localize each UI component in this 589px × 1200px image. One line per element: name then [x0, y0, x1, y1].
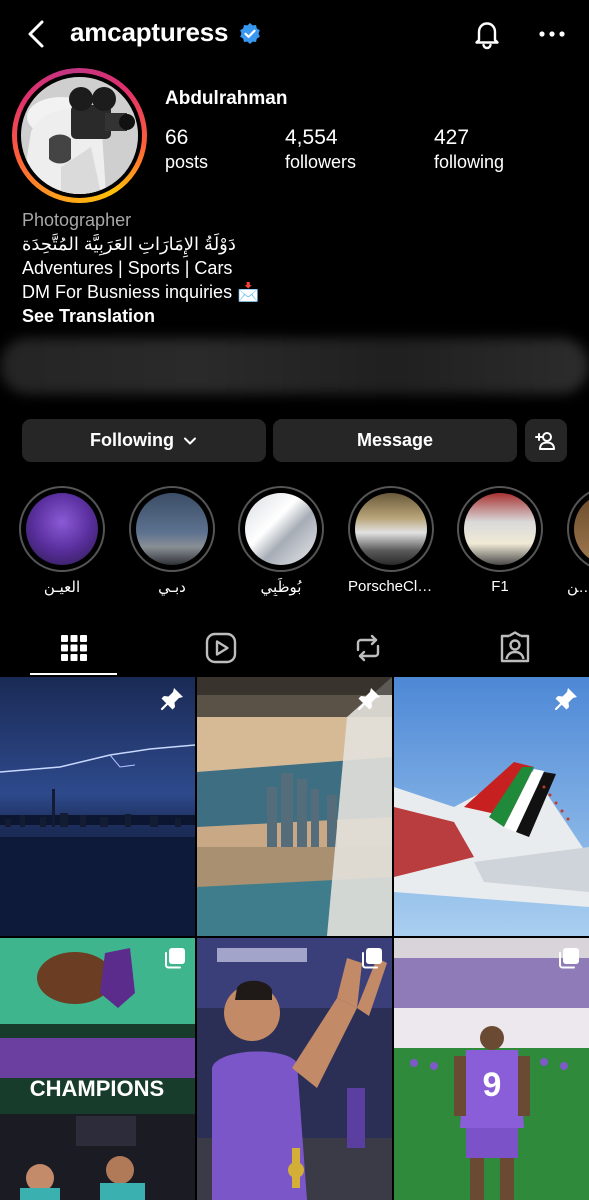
highlight-item[interactable]: سن: [567, 486, 589, 596]
following-count[interactable]: 427 following: [434, 126, 504, 173]
post-thumbnail[interactable]: 9: [394, 938, 589, 1200]
post-thumbnail[interactable]: [197, 938, 392, 1200]
bio-line: Adventures | Sports | Cars: [22, 258, 233, 278]
stat-value: 427: [434, 126, 470, 149]
highlight-label: بُوظَبِي: [260, 579, 302, 596]
top-bar: amcapturess: [0, 0, 589, 68]
highlight-item[interactable]: بُوظَبِي: [238, 486, 324, 596]
highlight-item[interactable]: العيـن: [19, 486, 105, 596]
champions-banner-text: CHAMPIONS: [30, 1076, 164, 1101]
highlight-item[interactable]: دبـي: [129, 486, 215, 596]
post-image-player-clapping: [197, 938, 392, 1200]
bell-icon[interactable]: [470, 17, 504, 51]
bio-category: Photographer: [22, 210, 132, 230]
display-name: Abdulrahman: [165, 88, 288, 109]
post-thumbnail[interactable]: [0, 677, 195, 936]
avatar: [21, 77, 138, 194]
carousel-icon: [559, 948, 579, 969]
post-image-player-9: 9: [394, 938, 589, 1200]
profile-username: amcapturess: [70, 17, 229, 47]
profile-bio: Photographer دَوْلَةُ الإِمَارَاتِ العَر…: [22, 208, 259, 328]
highlight-cover: [355, 493, 427, 565]
followers-count[interactable]: 4,554 followers: [285, 126, 356, 173]
stat-value: 4,554: [285, 126, 338, 149]
highlight-cover: [464, 493, 536, 565]
profile-tabs: [0, 626, 589, 676]
post-image-lightning-city: [0, 677, 195, 936]
verified-badge-icon: [240, 23, 260, 44]
reels-icon[interactable]: [203, 630, 239, 666]
highlight-cover: [245, 493, 317, 565]
stat-label: following: [434, 152, 505, 172]
post-image-champions: CHAMPIONS: [0, 938, 195, 1200]
post-image-airplane-tail: [394, 677, 589, 936]
post-thumbnail[interactable]: CHAMPIONS: [0, 938, 195, 1200]
following-label: Following: [90, 430, 174, 450]
back-arrow-icon[interactable]: [22, 18, 52, 50]
pin-icon: [554, 688, 577, 711]
chevron-down-icon: [183, 437, 196, 444]
stat-label: posts: [165, 152, 209, 172]
pin-icon: [357, 688, 380, 711]
highlight-label: دبـي: [158, 579, 186, 596]
more-icon[interactable]: [536, 22, 568, 46]
message-button[interactable]: Message: [273, 419, 517, 462]
active-tab-indicator: [30, 673, 117, 675]
add-user-button[interactable]: [525, 419, 567, 462]
jersey-number: 9: [483, 1066, 502, 1104]
post-image-aerial-towers: [197, 677, 392, 936]
posts-count[interactable]: 66 posts: [165, 126, 208, 173]
see-translation-link[interactable]: See Translation: [22, 304, 259, 328]
blurred-link: [0, 338, 589, 394]
grid-icon[interactable]: [56, 630, 92, 666]
pin-icon: [160, 688, 183, 711]
highlight-label: العيـن: [43, 579, 81, 596]
add-user-icon: [535, 431, 555, 450]
highlight-cover: [574, 493, 589, 565]
carousel-icon: [362, 948, 382, 969]
post-thumbnail[interactable]: [394, 677, 589, 936]
highlight-cover: [26, 493, 98, 565]
following-button[interactable]: Following: [22, 419, 266, 462]
highlight-item[interactable]: PorscheCla...: [348, 486, 434, 595]
bio-line: DM For Busniess inquiries 📩: [22, 282, 260, 302]
carousel-icon: [165, 948, 185, 969]
stat-value: 66: [165, 126, 189, 149]
profile-avatar-ring[interactable]: [12, 68, 147, 203]
highlight-label: F1: [491, 578, 509, 595]
highlight-cover: [136, 493, 208, 565]
tagged-user-icon[interactable]: [497, 630, 533, 666]
tagged-repost-icon[interactable]: [350, 630, 386, 666]
message-label: Message: [356, 430, 434, 450]
bio-arabic-line: دَوْلَةُ الإِمَارَاتِ العَرَبِيَّة المُت…: [22, 234, 236, 254]
stat-label: followers: [285, 152, 357, 172]
post-thumbnail[interactable]: [197, 677, 392, 936]
highlight-item[interactable]: F1: [457, 486, 543, 595]
highlight-label: سن: [567, 579, 589, 596]
highlight-label: PorscheCla...: [348, 578, 434, 595]
